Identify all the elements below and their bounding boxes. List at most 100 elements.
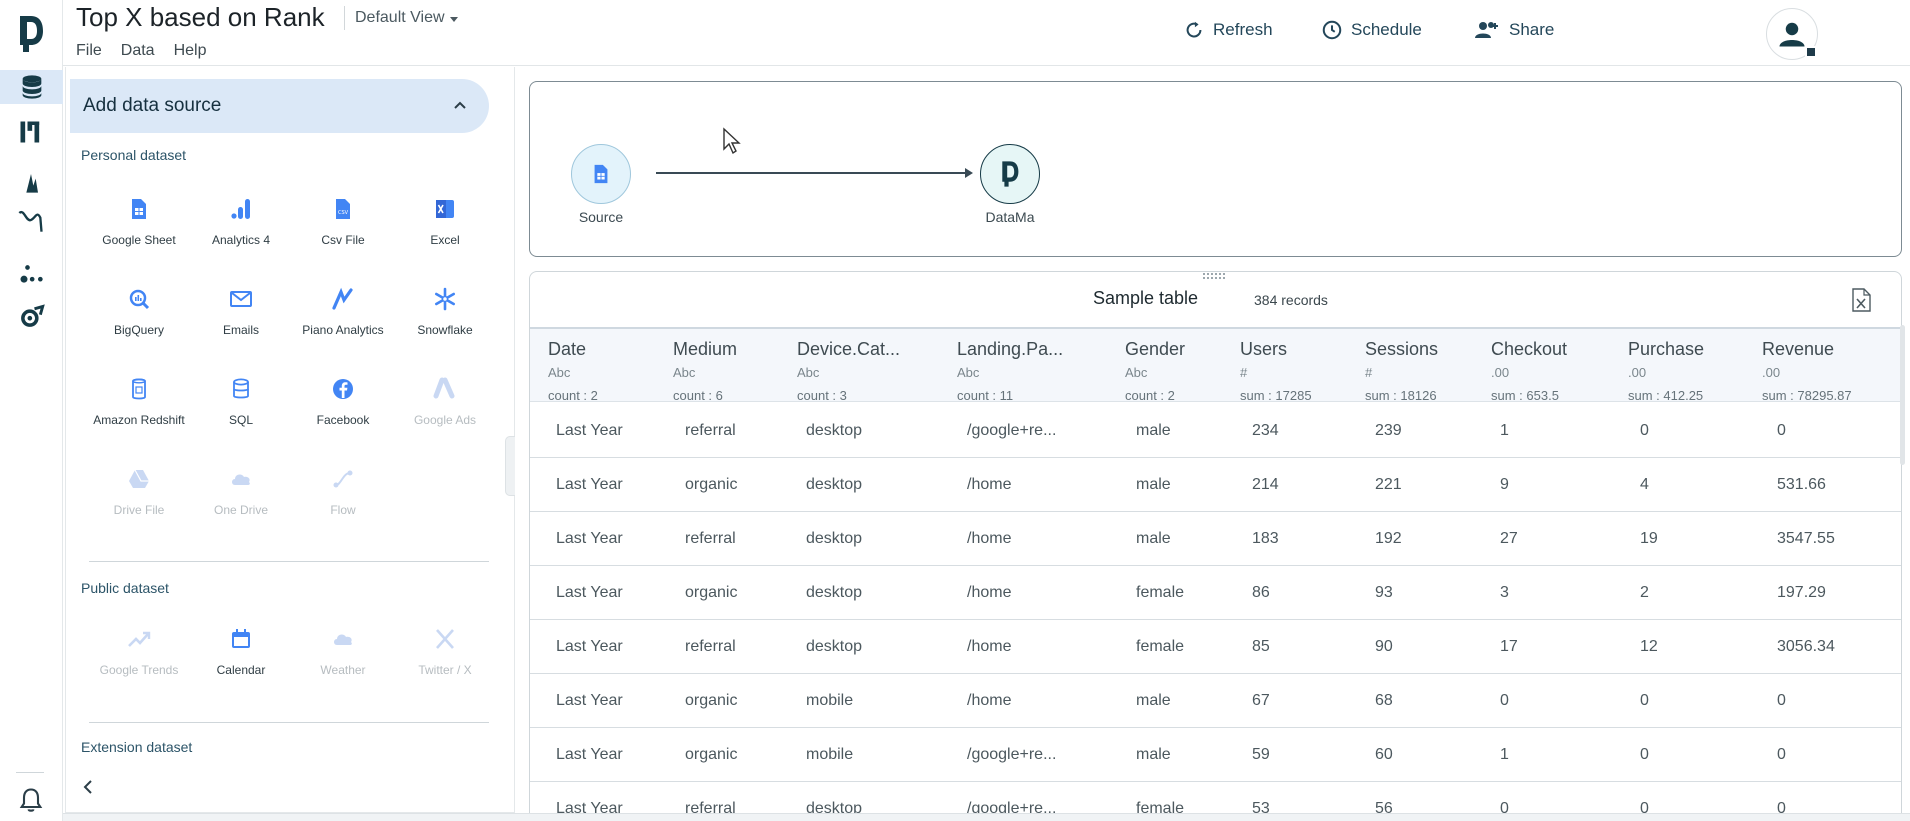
column-name: Revenue (1762, 339, 1835, 359)
rail-distribution-icon[interactable] (14, 164, 48, 198)
table-cell: organic (685, 476, 738, 493)
table-row[interactable]: Last Year referral desktop/home male 183 192 2… (530, 512, 1901, 566)
table-cell: 531.66 (1777, 476, 1826, 493)
source-snowflake[interactable]: Snowflake (395, 280, 495, 352)
rail-dashboard-icon[interactable] (14, 115, 48, 149)
datama-node[interactable] (980, 144, 1040, 204)
x-twitter-icon (432, 626, 458, 652)
table-cell: 59 (1252, 746, 1270, 763)
datama-logo-icon[interactable] (17, 14, 45, 54)
table-cell: organic (685, 692, 738, 709)
source-google-sheet[interactable]: Google Sheet (89, 190, 189, 262)
notifications-bell-icon[interactable] (14, 783, 48, 817)
google-sheet-icon (594, 164, 608, 184)
sql-database-icon (228, 376, 254, 402)
source-flow[interactable]: Flow (293, 460, 393, 532)
schedule-label: Schedule (1351, 20, 1422, 39)
table-cell: 19 (1640, 530, 1658, 547)
share-button[interactable]: Share (1473, 19, 1554, 41)
tile-label: Snowflake (417, 323, 473, 337)
table-cell: desktop (806, 422, 863, 439)
rail-database-icon[interactable] (0, 70, 63, 104)
sample-table-title: Sample table (1093, 288, 1199, 308)
column-name: Medium (673, 339, 738, 359)
source-sql[interactable]: SQL (191, 370, 291, 442)
cloud-icon (330, 626, 356, 652)
excel-icon (432, 196, 458, 222)
tile-label: BigQuery (113, 323, 165, 337)
email-icon (228, 286, 254, 312)
export-excel-icon[interactable] (1850, 288, 1872, 312)
table-row[interactable]: Last Year organic desktop/home male 214 221 9 4… (530, 458, 1901, 512)
column-type: # (1240, 365, 1248, 380)
rail-trend-icon[interactable] (14, 203, 48, 237)
source-amazon-redshift[interactable]: Amazon Redshift (89, 370, 189, 442)
refresh-button[interactable]: Refresh (1183, 19, 1273, 41)
add-data-source-header[interactable]: Add data source (70, 79, 489, 133)
source-google-ads[interactable]: Google Ads (395, 370, 495, 442)
table-row[interactable]: Last Year organic desktop/home female 86 93 3 2… (530, 566, 1901, 620)
table-cell: 68 (1375, 692, 1393, 709)
table-cell: referral (685, 422, 736, 439)
data-source-panel: Add data source Personal dataset Google … (65, 67, 515, 813)
workspace-badge-icon (1805, 46, 1817, 58)
table-cell: 183 (1252, 530, 1279, 547)
tile-label: Excel (430, 233, 460, 247)
menu-file[interactable]: File (76, 42, 102, 60)
view-selector[interactable]: Default View (355, 9, 458, 27)
datama-node-label: DataMa (985, 209, 1035, 225)
source-csv-file[interactable]: CSV Csv File (293, 190, 393, 262)
drag-handle-icon[interactable] (1202, 272, 1226, 280)
table-cell: 93 (1375, 584, 1393, 601)
rail-explorer-icon[interactable] (14, 300, 48, 334)
column-aggregate: sum : 17285 (1240, 388, 1312, 403)
table-cell: Last Year (556, 638, 623, 655)
collapse-panel-chevron-left-icon[interactable] (80, 779, 96, 795)
source-analytics-4[interactable]: Analytics 4 (191, 190, 291, 262)
tile-label: Google Sheet (102, 233, 176, 247)
column-type: Abc (797, 365, 820, 380)
data-flow-canvas: Source DataMa (529, 81, 1902, 257)
source-drive-file[interactable]: Drive File (89, 460, 189, 532)
tile-label: One Drive (213, 503, 269, 517)
tile-label: Twitter / X (418, 663, 472, 677)
svg-text:CSV: CSV (338, 210, 349, 216)
source-twitter-x[interactable]: Twitter / X (395, 620, 495, 692)
table-row[interactable]: Last Year referral desktop/google+re... mal… (530, 404, 1901, 458)
source-excel[interactable]: Excel (395, 190, 495, 262)
table-row[interactable]: Last Year organic mobile/google+re... male 5… (530, 728, 1901, 782)
tile-label: Weather (320, 663, 366, 677)
table-cell: male (1136, 692, 1171, 709)
menu-help[interactable]: Help (174, 42, 207, 60)
source-piano-analytics[interactable]: Piano Analytics (293, 280, 393, 352)
source-one-drive[interactable]: One Drive (191, 460, 291, 532)
menu-data[interactable]: Data (121, 42, 155, 60)
table-cell: 90 (1375, 638, 1393, 655)
table-cell: 239 (1375, 422, 1402, 439)
source-node[interactable] (571, 144, 631, 204)
table-row[interactable]: Last Year referral desktop/home female 85 90 1… (530, 620, 1901, 674)
flow-icon (330, 466, 356, 492)
rail-scatter-icon[interactable] (14, 254, 48, 288)
table-cell: 0 (1500, 692, 1509, 709)
source-emails[interactable]: Emails (191, 280, 291, 352)
bigquery-icon (126, 286, 152, 312)
table-scrollbar[interactable] (1900, 325, 1905, 465)
table-cell: Last Year (556, 746, 623, 763)
source-calendar[interactable]: Calendar (191, 620, 291, 692)
source-google-trends[interactable]: Google Trends (89, 620, 189, 692)
source-weather[interactable]: Weather (293, 620, 393, 692)
source-facebook[interactable]: Facebook (293, 370, 393, 442)
table-cell: 2 (1640, 584, 1649, 601)
tile-label: Analytics 4 (211, 233, 271, 247)
user-avatar[interactable] (1766, 8, 1818, 60)
extension-dataset-title: Extension dataset (81, 739, 193, 755)
source-bigquery[interactable]: BigQuery (89, 280, 189, 352)
panel-resize-handle[interactable] (505, 436, 515, 496)
schedule-button[interactable]: Schedule (1321, 19, 1422, 41)
table-cell: 17 (1500, 638, 1518, 655)
table-cell: desktop (806, 584, 863, 601)
tile-label: Google Ads (413, 413, 477, 427)
table-row[interactable]: Last Year organic mobile/home male 67 68 0 0 0 (530, 674, 1901, 728)
column-aggregate: sum : 412.25 (1628, 388, 1704, 403)
